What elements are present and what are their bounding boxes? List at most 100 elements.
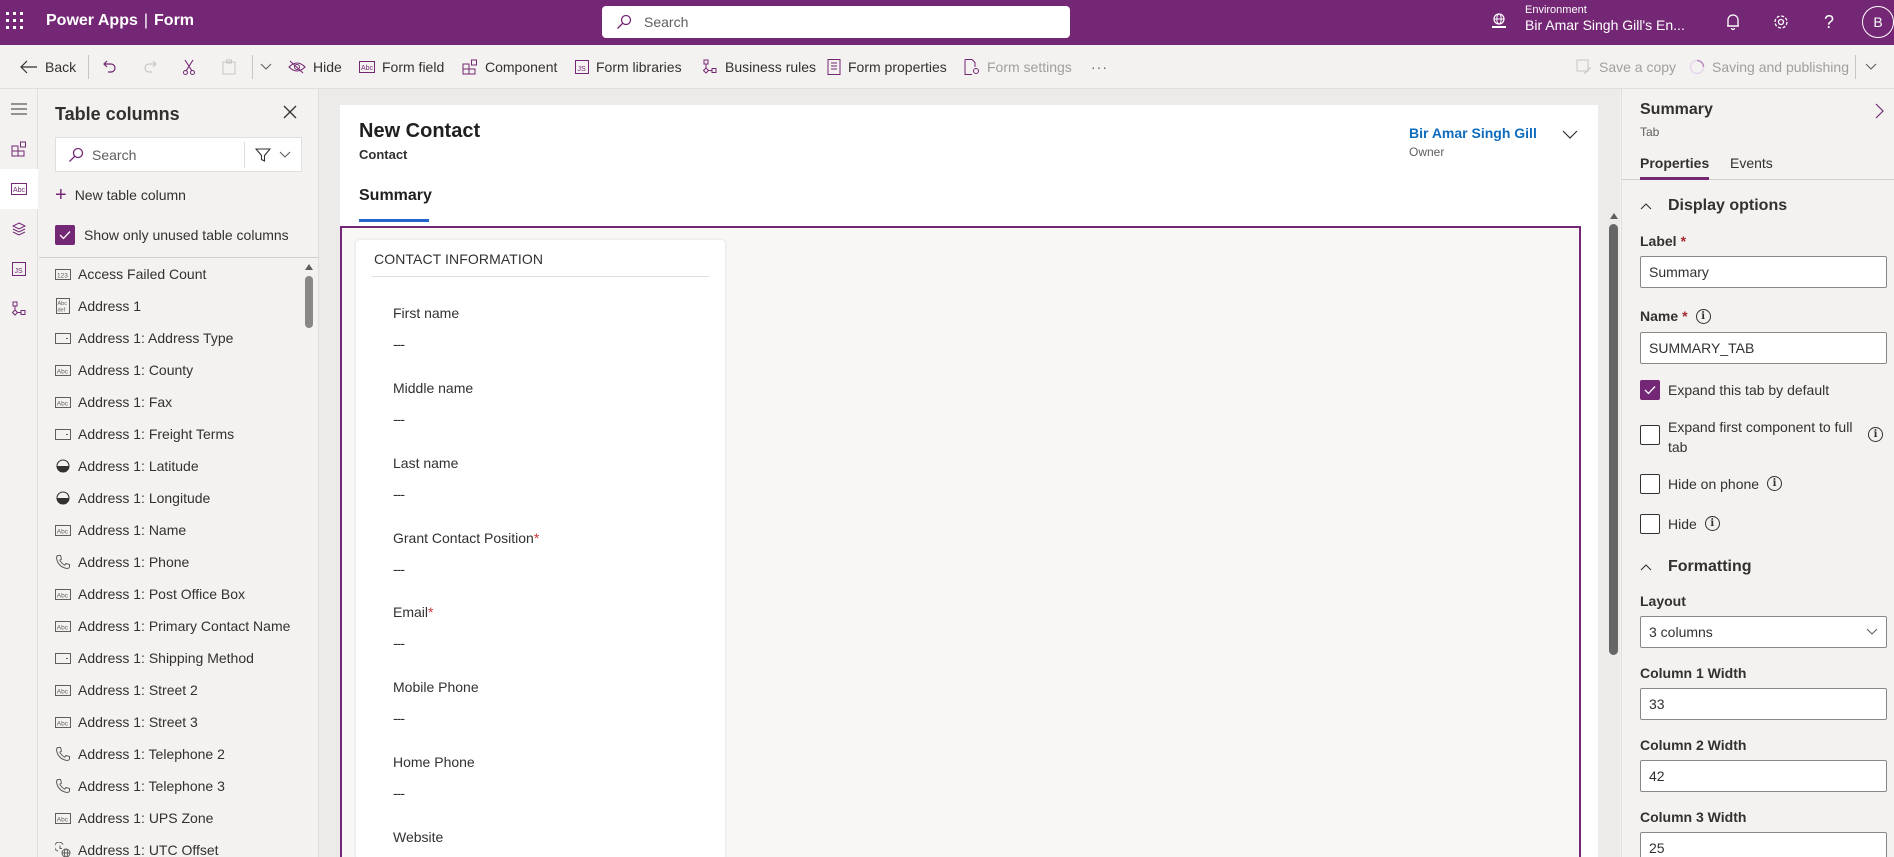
table-column-item[interactable]: Abc Address 1: Street 2 [39,674,301,706]
redo-button[interactable] [142,45,165,89]
form-field[interactable]: Home Phone --- [393,754,693,801]
notifications-button[interactable] [1722,11,1744,33]
paste-dropdown-button[interactable] [260,45,279,89]
collapse-properties-button[interactable] [1875,103,1885,122]
undo-button[interactable] [102,45,125,89]
form-field[interactable]: Mobile Phone --- [393,679,693,726]
svg-text:def: def [58,308,66,314]
app-launcher-icon[interactable] [6,12,24,30]
form-field[interactable]: Website [393,829,693,845]
display-options-header[interactable]: Display options [1640,197,1787,215]
scrollbar-thumb[interactable] [1609,224,1618,655]
form-field[interactable]: Last name --- [393,455,693,502]
form-field[interactable]: Grant Contact Position* --- [393,530,693,577]
table-column-item[interactable]: Address 1: Freight Terms [39,418,301,450]
help-button[interactable]: ? [1818,11,1840,33]
table-column-item[interactable]: Address 1: Phone [39,546,301,578]
table-column-item[interactable]: Abc Address 1: Primary Contact Name [39,610,301,642]
tab-properties[interactable]: Properties [1640,155,1710,180]
environment-picker[interactable]: Environment Bir Amar Singh Gill's En... [1525,4,1685,33]
info-icon[interactable]: i [1704,516,1720,531]
expand-tab-default-checkbox[interactable]: Expand this tab by default [1640,380,1887,400]
global-search-input[interactable]: Search [602,6,1070,38]
owner-field[interactable]: Bir Amar Singh Gill Owner [1409,125,1537,159]
scrollbar-thumb[interactable] [305,276,313,328]
tab-events[interactable]: Events [1730,155,1773,171]
table-column-item[interactable]: Address 1: Latitude [39,450,301,482]
summary-tab-body[interactable]: CONTACT INFORMATION First name --- Middle … [340,226,1581,857]
info-icon[interactable]: i [1868,427,1883,442]
save-options-dropdown[interactable] [1865,45,1884,89]
form-field[interactable]: Middle name --- [393,380,693,427]
canvas-scrollbar[interactable] [1608,213,1620,857]
table-column-item[interactable]: Abc Address 1: Post Office Box [39,578,301,610]
table-column-item[interactable]: Address 1: Shipping Method [39,642,301,674]
columns-search-input[interactable]: Search [92,147,244,163]
rail-form-libraries-button[interactable]: JS [0,249,38,289]
form-field[interactable]: First name --- [393,305,693,352]
tab-active-indicator [359,219,429,222]
spinner-icon [1689,59,1705,75]
show-unused-checkbox[interactable]: Show only unused table columns [55,225,289,245]
scroll-up-arrow[interactable] [1610,213,1618,219]
table-column-item[interactable]: Abc Address 1: Street 3 [39,706,301,738]
table-column-item[interactable]: Abc def Address 1 [39,290,301,322]
form-field-button[interactable]: Abc Form field [359,45,444,89]
close-pane-button[interactable] [283,105,297,122]
component-button[interactable]: Component [462,45,557,89]
rail-menu-button[interactable] [0,89,38,129]
save-publish-button[interactable]: Saving and publishing [1689,45,1849,89]
save-copy-button[interactable]: Save a copy [1576,45,1676,89]
column2-width-input[interactable]: 42 [1640,760,1887,792]
table-column-item[interactable]: Abc Address 1: Fax [39,386,301,418]
toolbar-divider [88,55,89,79]
contact-information-section[interactable]: CONTACT INFORMATION First name --- Middle … [356,240,725,857]
new-table-column-button[interactable]: + New table column [55,185,186,205]
hide-checkbox[interactable]: Hide i [1640,514,1887,534]
table-column-item[interactable]: Abc Address 1: UPS Zone [39,802,301,834]
table-column-item[interactable]: 123 Access Failed Count [39,258,301,290]
table-column-item[interactable]: Abc Address 1: County [39,354,301,386]
table-column-item[interactable]: Abc Address 1: Name [39,514,301,546]
table-column-item[interactable]: Address 1: Telephone 3 [39,770,301,802]
form-properties-button[interactable]: Form properties [827,45,947,89]
settings-button[interactable] [1770,11,1792,33]
table-column-item[interactable]: Address 1: Longitude [39,482,301,514]
form-field[interactable]: Email* --- [393,604,693,651]
info-icon[interactable]: i [1695,308,1711,324]
name-input[interactable]: SUMMARY_TAB [1640,332,1887,364]
tab-summary[interactable]: Summary [359,187,432,205]
layout-select[interactable]: 3 columns [1640,616,1887,648]
table-column-item[interactable]: Address 1: UTC Offset [39,834,301,857]
column3-width-input[interactable]: 25 [1640,832,1887,857]
formatting-header[interactable]: Formatting [1640,558,1752,576]
form-settings-button[interactable]: Form settings [964,45,1072,89]
header-expand-button[interactable] [1562,127,1578,143]
table-column-item[interactable]: Address 1: Address Type [39,322,301,354]
columns-scrollbar[interactable] [304,264,314,854]
hide-on-phone-checkbox[interactable]: Hide on phone i [1640,474,1887,494]
label-input[interactable]: Summary [1640,256,1887,288]
hide-button[interactable]: Hide [288,45,342,89]
svg-text:Abc: Abc [57,592,69,599]
form-libraries-button[interactable]: JS Form libraries [575,45,682,89]
scroll-up-arrow[interactable] [305,264,313,270]
expand-first-component-checkbox[interactable]: Expand first component to full tab i [1640,417,1887,457]
rail-components-button[interactable] [0,129,38,169]
paste-button[interactable] [222,45,243,89]
back-button[interactable]: Back [20,45,76,89]
rail-table-columns-button[interactable]: Abc [0,169,38,209]
info-icon[interactable]: i [1767,476,1783,491]
owner-name-link[interactable]: Bir Amar Singh Gill [1409,125,1537,141]
rail-tree-view-button[interactable] [0,209,38,249]
table-column-item[interactable]: Address 1: Telephone 2 [39,738,301,770]
more-commands-button[interactable]: ··· [1091,45,1108,89]
user-avatar[interactable]: B [1862,6,1894,38]
filter-button[interactable] [245,147,301,163]
save-copy-icon [1576,59,1591,74]
business-rules-button[interactable]: Business rules [702,45,816,89]
svg-text:Abc: Abc [57,624,69,631]
cut-button[interactable] [182,45,203,89]
rail-business-rules-button[interactable] [0,289,38,329]
column1-width-input[interactable]: 33 [1640,688,1887,720]
